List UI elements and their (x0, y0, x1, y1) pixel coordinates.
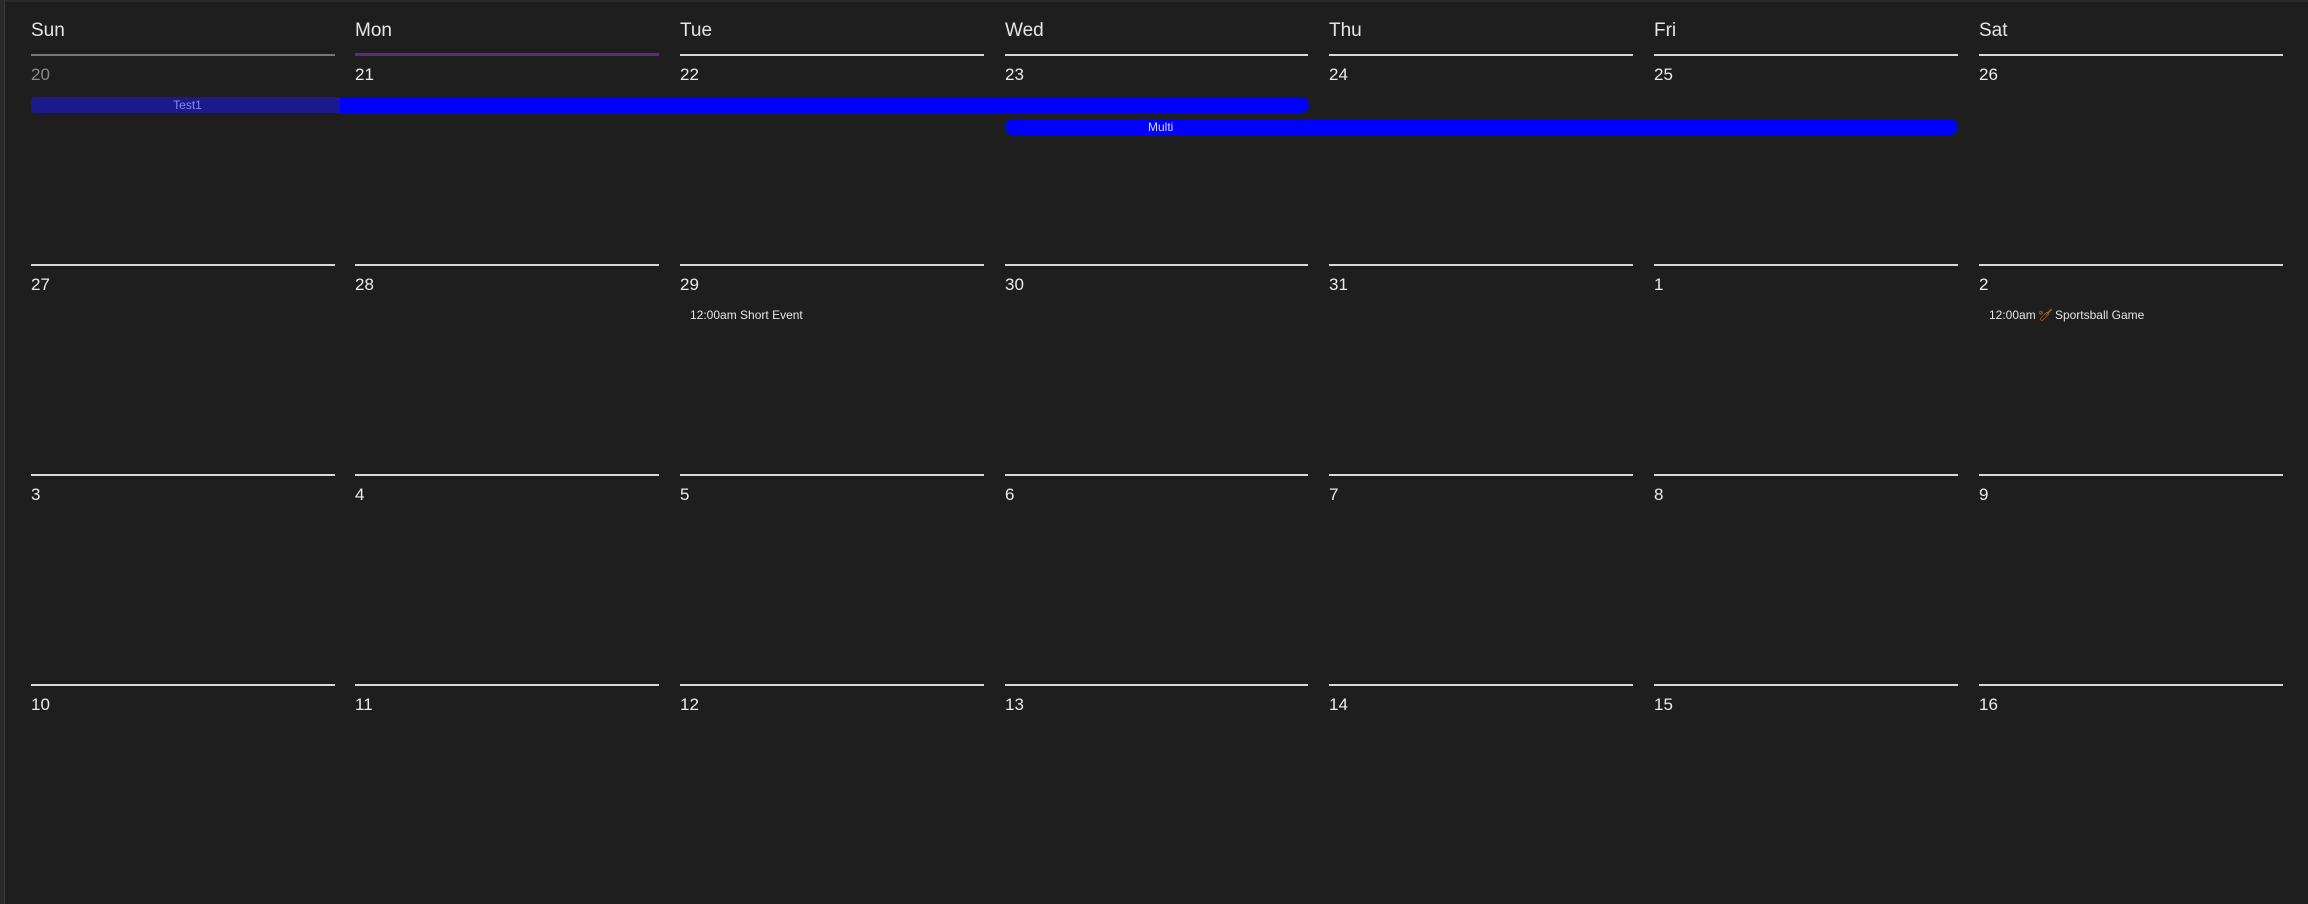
day-cell[interactable]: 28 (355, 275, 374, 295)
week2-divider (1654, 264, 1958, 266)
day-cell[interactable]: 16 (1979, 695, 1998, 715)
week3-divider (1979, 474, 2283, 476)
week3-divider (31, 474, 335, 476)
week3-divider (1654, 474, 1958, 476)
event-time: 12:00am (1989, 308, 2036, 322)
day-cell[interactable]: 6 (1005, 485, 1014, 505)
day-cell[interactable]: 4 (355, 485, 364, 505)
week3-divider (1329, 474, 1633, 476)
day-cell[interactable]: 11 (355, 695, 373, 715)
event-sportsball-game[interactable]: 12:00am 🏏︎ Sportsball Game (1989, 308, 2144, 322)
day-cell[interactable]: 3 (31, 485, 40, 505)
day-cell[interactable]: 21 (355, 65, 374, 85)
week2-divider (1005, 264, 1308, 266)
event-title: Sportsball Game (2054, 308, 2145, 322)
weekday-header-fri: Fri (1654, 20, 1677, 41)
event-test1-bar[interactable] (340, 97, 1309, 113)
event-multi-label: Multi (1148, 120, 1174, 134)
weekday-header-tue: Tue (680, 20, 713, 41)
week2-divider (1329, 264, 1633, 266)
week4-divider (31, 684, 335, 686)
day-cell[interactable]: 9 (1979, 485, 1988, 505)
day-cell[interactable]: 24 (1329, 65, 1348, 85)
week4-divider (680, 684, 984, 686)
event-multi-bar[interactable]: Multi (1005, 119, 1958, 135)
week1-divider (1329, 54, 1633, 56)
day-cell[interactable]: 5 (680, 485, 689, 505)
week4-divider (1005, 684, 1308, 686)
baseball-bat-icon: 🏏︎ (2037, 308, 2053, 322)
day-cell[interactable]: 14 (1329, 695, 1348, 715)
today-indicator (355, 53, 659, 56)
event-title: Short Event (740, 308, 803, 322)
day-cell[interactable]: 2 (1979, 275, 1988, 295)
week4-divider (1979, 684, 2283, 686)
weekday-header-wed: Wed (1005, 20, 1044, 41)
week1-sun-divider (31, 54, 335, 56)
day-cell[interactable]: 8 (1654, 485, 1663, 505)
week2-divider (1979, 264, 2283, 266)
day-cell[interactable]: 15 (1654, 695, 1673, 715)
day-cell[interactable]: 13 (1005, 695, 1024, 715)
month-calendar: Sun Mon Tue Wed Thu Fri Sat 20 21 22 23 … (0, 0, 2308, 904)
day-cell[interactable]: 20 (31, 65, 50, 85)
event-test1-start[interactable]: Test1 (31, 97, 344, 113)
day-cell[interactable]: 7 (1329, 485, 1338, 505)
week2-divider (355, 264, 659, 266)
weekday-header-thu: Thu (1329, 20, 1362, 41)
weekday-header-mon: Mon (355, 20, 392, 41)
week1-divider (1005, 54, 1308, 56)
week3-divider (680, 474, 984, 476)
week1-divider (1979, 54, 2283, 56)
day-cell[interactable]: 23 (1005, 65, 1024, 85)
week1-divider (680, 54, 984, 56)
week3-divider (355, 474, 659, 476)
day-cell[interactable]: 26 (1979, 65, 1998, 85)
week4-divider (355, 684, 659, 686)
day-cell[interactable]: 31 (1329, 275, 1348, 295)
day-cell[interactable]: 10 (31, 695, 50, 715)
day-cell[interactable]: 27 (31, 275, 50, 295)
event-time: 12:00am (690, 308, 737, 322)
day-cell[interactable]: 1 (1654, 275, 1663, 295)
day-cell[interactable]: 12 (680, 695, 699, 715)
day-cell[interactable]: 25 (1654, 65, 1673, 85)
week1-divider (1654, 54, 1958, 56)
day-cell[interactable]: 30 (1005, 275, 1024, 295)
weekday-header-sat: Sat (1979, 20, 2008, 41)
week3-divider (1005, 474, 1308, 476)
day-cell[interactable]: 22 (680, 65, 699, 85)
day-cell[interactable]: 29 (680, 275, 699, 295)
week2-divider (680, 264, 984, 266)
week4-divider (1329, 684, 1633, 686)
week4-divider (1654, 684, 1958, 686)
event-short-event[interactable]: 12:00am Short Event (690, 308, 803, 322)
weekday-header-sun: Sun (31, 20, 65, 41)
week2-divider (31, 264, 335, 266)
